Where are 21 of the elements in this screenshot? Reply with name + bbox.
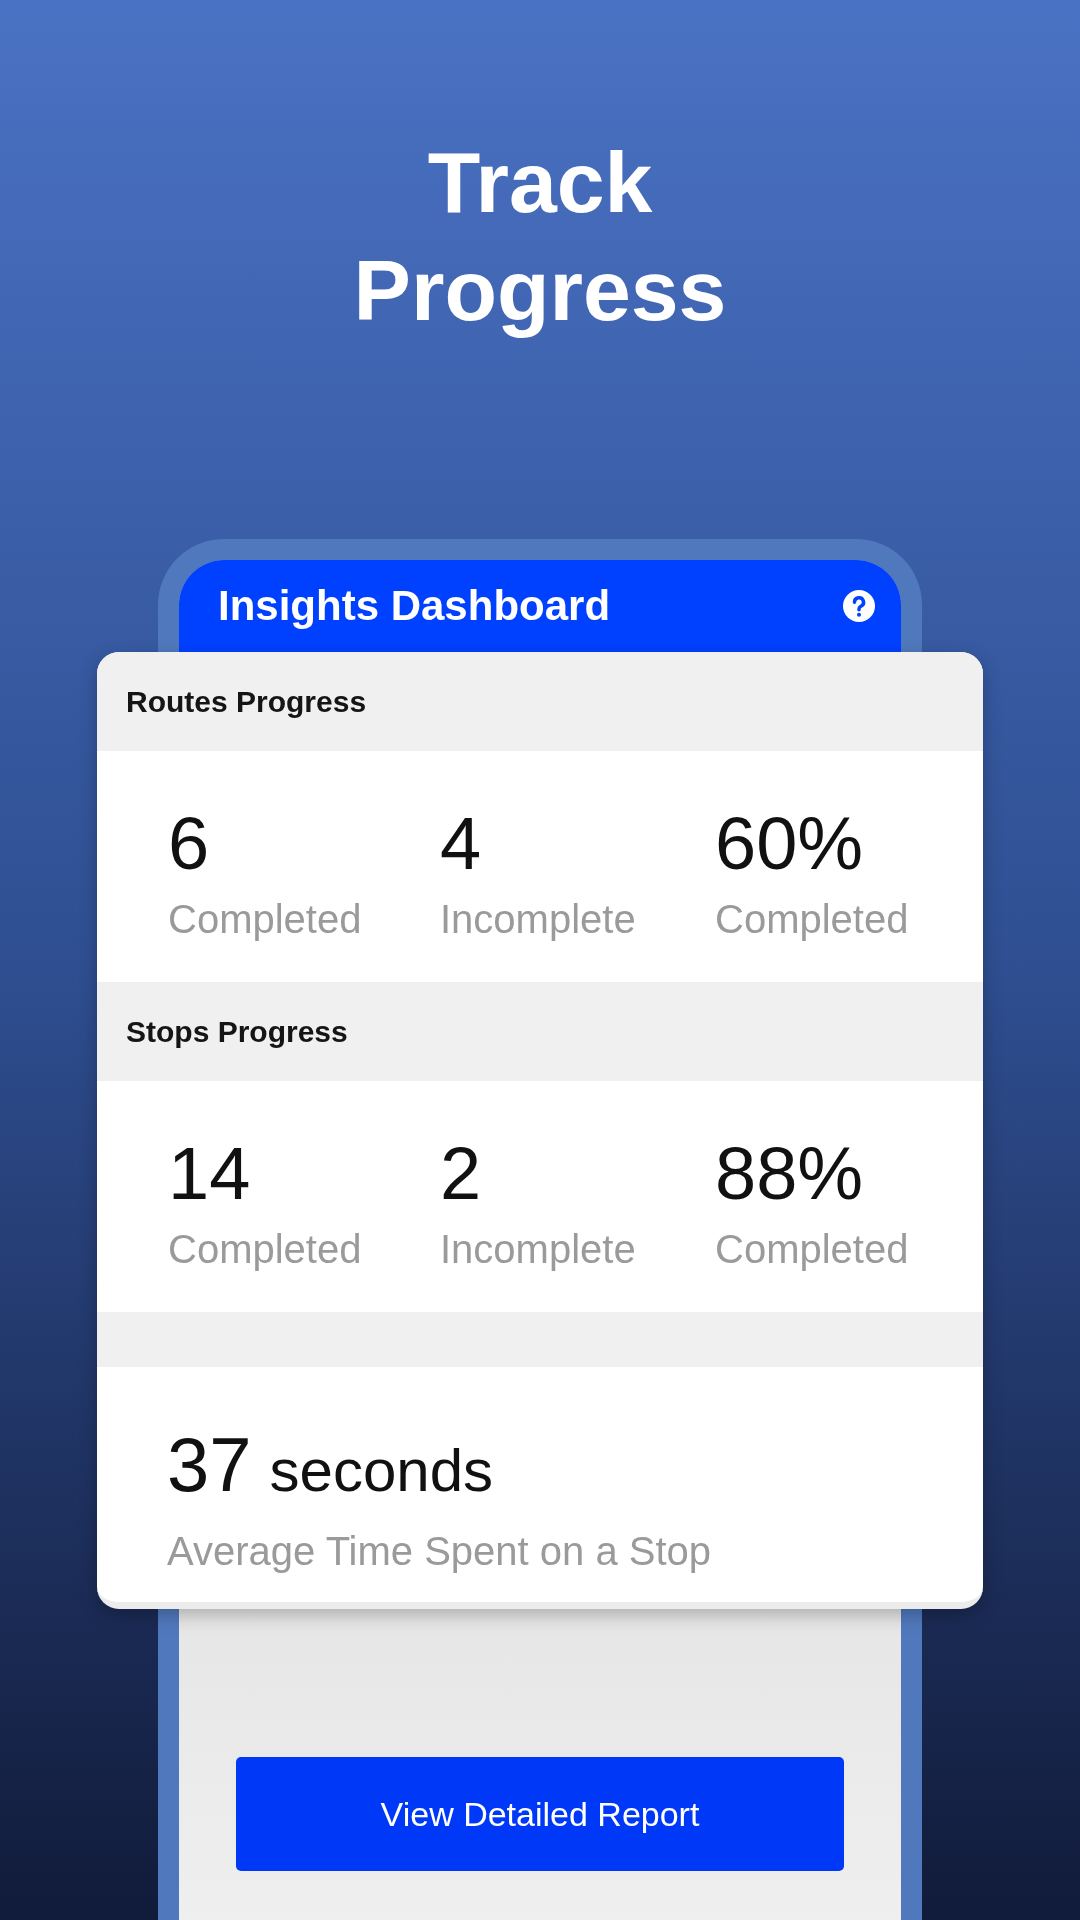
stat-value: 2 <box>440 1134 483 1214</box>
section-heading: Stops Progress <box>126 1013 348 1050</box>
stat-value: 14 <box>168 1134 252 1214</box>
stat-label: Incomplete <box>440 1226 637 1273</box>
stat-label: Completed <box>715 1226 910 1273</box>
help-icon[interactable] <box>843 590 875 622</box>
stat-value: 88% <box>715 1134 865 1214</box>
stat-label: Completed <box>168 1226 363 1273</box>
app-title: Insights Dashboard <box>218 581 611 631</box>
average-unit: seconds <box>269 1436 494 1506</box>
stat-value: 6 <box>168 804 211 884</box>
section-heading: Routes Progress <box>126 683 367 720</box>
page-title: Track Progress <box>352 133 728 340</box>
stat-label: Completed <box>168 896 363 943</box>
stat-value: 60% <box>715 804 865 884</box>
average-value: 37 <box>167 1423 252 1507</box>
stat-label: Incomplete <box>440 896 637 943</box>
average-label: Average Time Spent on a Stop <box>167 1528 713 1575</box>
view-report-button[interactable]: View Detailed Report <box>236 1757 844 1871</box>
stat-label: Completed <box>715 896 910 943</box>
stat-value: 4 <box>440 804 483 884</box>
